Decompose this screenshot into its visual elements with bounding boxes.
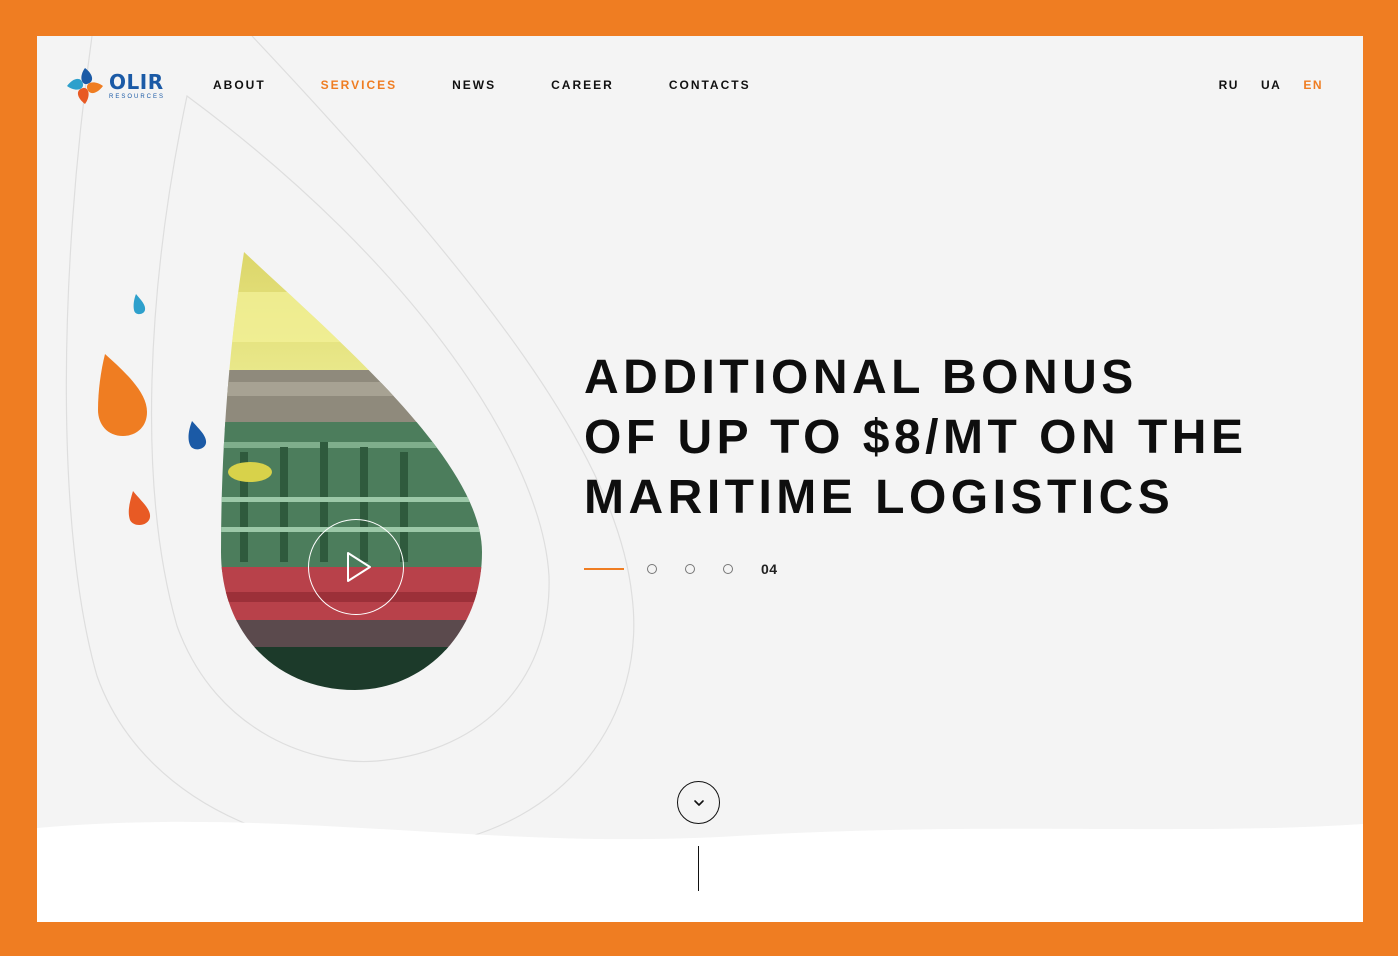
- orange-drop-icon: [98, 354, 147, 436]
- slider-active-indicator: [584, 568, 624, 570]
- small-drop-icon: [133, 294, 146, 315]
- headline-line-1: ADDITIONAL BONUS: [584, 351, 1138, 404]
- slider-dot[interactable]: [647, 564, 657, 574]
- headline-line-3: MARITIME LOGISTICS: [584, 471, 1175, 524]
- blue-drop-icon: [188, 421, 207, 450]
- nav-services[interactable]: SERVICES: [321, 78, 397, 92]
- play-icon: [347, 552, 371, 582]
- hero-headline: ADDITIONAL BONUS OF UP TO $8/MT ON THE M…: [584, 348, 1304, 528]
- logo-name: OLIR: [109, 70, 164, 94]
- logo-subtitle: RESOURCES: [109, 94, 166, 100]
- hero-video-drop[interactable]: [220, 252, 483, 690]
- lang-en[interactable]: EN: [1303, 78, 1323, 92]
- lang-ru[interactable]: RU: [1219, 78, 1239, 92]
- red-drop-icon: [128, 491, 151, 526]
- nav-about[interactable]: ABOUT: [213, 78, 266, 92]
- lang-ua[interactable]: UA: [1261, 78, 1281, 92]
- logo[interactable]: OLIR RESOURCES: [65, 66, 175, 106]
- nav-news[interactable]: NEWS: [452, 78, 496, 92]
- page-frame: OLIR RESOURCES ABOUT SERVICES NEWS CAREE…: [37, 36, 1363, 922]
- slider-dot[interactable]: [685, 564, 695, 574]
- headline-line-2: OF UP TO $8/MT ON THE: [584, 411, 1248, 464]
- chevron-down-icon: [693, 799, 704, 806]
- slider-dot[interactable]: [723, 564, 733, 574]
- logo-mark-icon: [67, 68, 103, 104]
- nav-contacts[interactable]: CONTACTS: [669, 78, 751, 92]
- nav-career[interactable]: CAREER: [551, 78, 614, 92]
- slide-number: 04: [761, 561, 778, 577]
- scroll-down-button[interactable]: [677, 781, 720, 824]
- main-nav: ABOUT SERVICES NEWS CAREER CONTACTS: [213, 78, 806, 92]
- slider-pagination: 04: [584, 560, 778, 578]
- language-switcher: RU UA EN: [1197, 78, 1323, 92]
- play-video-button[interactable]: [308, 519, 404, 615]
- scroll-indicator-line: [698, 846, 699, 891]
